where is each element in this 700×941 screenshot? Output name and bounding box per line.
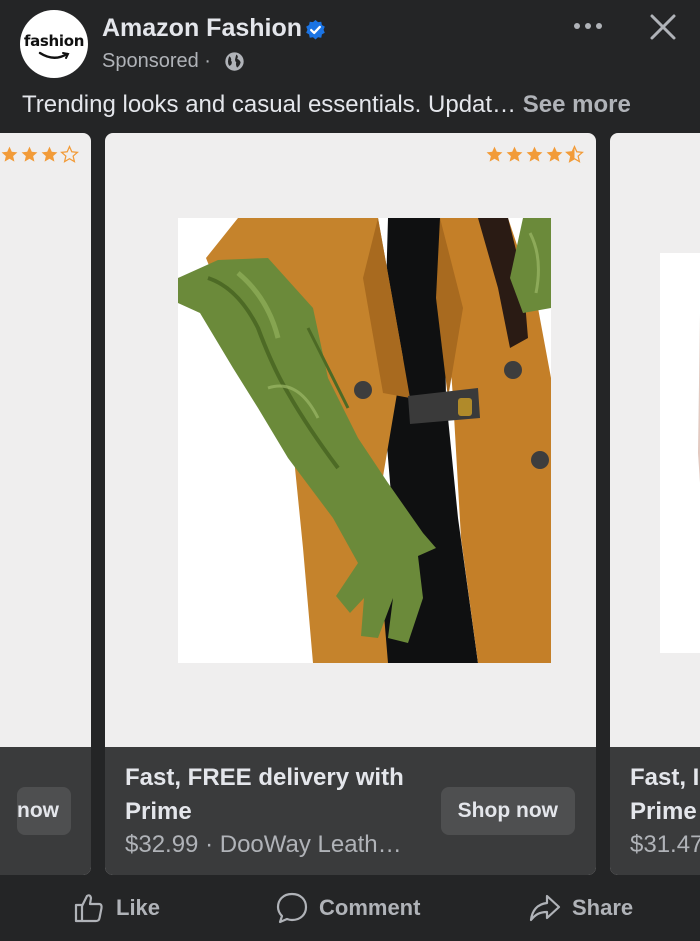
product-photo-gloves-coat — [178, 218, 551, 663]
carousel-card-next[interactable]: Fast, I Prime $31.47 — [610, 133, 700, 875]
star-full-icon — [1, 146, 18, 162]
post-action-bar: Like Comment Share — [0, 880, 700, 941]
carousel-card-previous[interactable]: now — [0, 133, 91, 875]
more-options-icon[interactable] — [572, 13, 604, 39]
card-footer: Fast, I Prime $31.47 — [610, 747, 700, 875]
star-full-icon — [486, 146, 503, 162]
headline-line-1: Fast, I — [630, 764, 700, 791]
card-footer: Fast, FREE delivery with Prime $32.99 · … — [105, 747, 596, 875]
star-rating — [485, 145, 584, 169]
star-full-icon — [21, 146, 38, 162]
share-arrow-icon — [529, 894, 561, 922]
comment-label: Comment — [319, 895, 421, 920]
card-price-seller: $32.99 · DooWay Leath… — [125, 831, 402, 859]
page-avatar[interactable]: fashion — [20, 10, 88, 78]
card-footer: now — [0, 747, 91, 875]
star-full-icon — [526, 146, 543, 162]
star-full-icon — [41, 146, 58, 162]
star-half-icon — [565, 145, 584, 163]
star-full-icon — [506, 146, 523, 162]
price: $32.99 — [125, 831, 199, 858]
thumbs-up-icon — [74, 894, 103, 923]
shop-now-button[interactable]: Shop now — [440, 787, 575, 835]
price: $31.47 — [630, 831, 700, 858]
comment-bubble-icon — [276, 892, 308, 924]
star-empty-icon — [60, 145, 79, 163]
post-caption: Trending looks and casual essentials. Up… — [22, 91, 631, 119]
share-label: Share — [572, 895, 634, 920]
card-headline: Fast, I Prime — [630, 761, 699, 829]
page-name[interactable]: Amazon Fashion — [102, 14, 302, 43]
product-image[interactable] — [178, 218, 551, 663]
comment-button[interactable]: Comment — [275, 888, 420, 928]
smile-arrow-icon — [38, 51, 70, 59]
caption-text: Trending looks and casual essentials. Up… — [22, 91, 517, 118]
headline-line-2: Prime — [630, 798, 697, 825]
product-photo-floral-top — [660, 253, 700, 653]
sponsored-label: Sponsored · — [102, 50, 211, 72]
post-header: fashion Amazon Fashion Sponsored · — [0, 0, 700, 90]
shop-now-button[interactable]: now — [17, 787, 71, 835]
separator: · — [198, 831, 220, 858]
star-full-icon — [546, 146, 563, 162]
verified-badge-icon — [306, 19, 325, 40]
avatar-logo-text: fashion — [23, 32, 85, 50]
see-more-link[interactable]: See more — [523, 91, 631, 118]
share-button[interactable]: Share — [528, 888, 633, 928]
like-button[interactable]: Like — [72, 888, 160, 928]
seller-name: DooWay Leath… — [219, 831, 402, 858]
product-image[interactable] — [660, 253, 700, 653]
close-icon[interactable] — [646, 10, 680, 44]
like-label: Like — [116, 895, 161, 920]
carousel-card-current[interactable]: Fast, FREE delivery with Prime $32.99 · … — [105, 133, 596, 875]
card-headline: Fast, FREE delivery with Prime — [125, 764, 404, 825]
star-rating — [0, 145, 79, 169]
globe-icon — [225, 52, 244, 71]
